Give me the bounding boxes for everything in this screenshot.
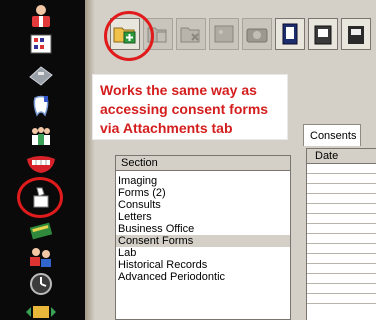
section-item-lab[interactable]: Lab bbox=[116, 247, 290, 259]
section-item-imaging[interactable]: Imaging bbox=[116, 175, 290, 187]
folder-arrows-icon[interactable] bbox=[24, 296, 58, 320]
clock-icon[interactable] bbox=[24, 270, 58, 298]
book-icon[interactable] bbox=[24, 216, 58, 244]
window-edge bbox=[85, 0, 95, 320]
section-item-consent-forms[interactable]: Consent Forms bbox=[116, 235, 290, 247]
annotation-callout: Works the same way as accessing consent … bbox=[92, 74, 288, 140]
left-toolbar bbox=[0, 0, 85, 320]
table-row[interactable] bbox=[307, 284, 376, 294]
tooth-icon[interactable] bbox=[24, 92, 58, 120]
table-row[interactable] bbox=[307, 244, 376, 254]
tab-consents[interactable]: Consents bbox=[303, 124, 361, 146]
table-row[interactable] bbox=[307, 234, 376, 244]
patients-transfer-icon[interactable] bbox=[24, 243, 58, 271]
table-row[interactable] bbox=[307, 294, 376, 304]
section-header[interactable]: Section bbox=[116, 156, 290, 171]
folder-delete-icon[interactable] bbox=[176, 18, 206, 50]
highlight-circle bbox=[17, 177, 63, 218]
table-row[interactable] bbox=[307, 224, 376, 234]
section-item-advanced-periodontic[interactable]: Advanced Periodontic bbox=[116, 271, 290, 283]
toolbar-overflow-button[interactable] bbox=[341, 18, 371, 50]
annotation-line: accessing consent forms bbox=[100, 101, 269, 117]
table-row[interactable] bbox=[307, 214, 376, 224]
section-item-letters[interactable]: Letters bbox=[116, 211, 290, 223]
column-header-date[interactable]: Date bbox=[307, 149, 376, 164]
section-item-historical-records[interactable]: Historical Records bbox=[116, 259, 290, 271]
calculator-icon[interactable] bbox=[24, 62, 58, 90]
date-grid: Date bbox=[306, 148, 376, 320]
section-list: Imaging Forms (2) Consults Letters Busin… bbox=[116, 171, 290, 283]
annotation-line: Works the same way as bbox=[100, 82, 257, 98]
section-item-forms[interactable]: Forms (2) bbox=[116, 187, 290, 199]
section-item-business-office[interactable]: Business Office bbox=[116, 223, 290, 235]
table-row[interactable] bbox=[307, 274, 376, 284]
people-icon[interactable] bbox=[24, 122, 58, 150]
section-panel: Section Imaging Forms (2) Consults Lette… bbox=[115, 155, 291, 320]
image-grid-icon[interactable] bbox=[209, 18, 239, 50]
table-row[interactable] bbox=[307, 164, 376, 174]
chart-grid-icon[interactable] bbox=[24, 30, 58, 58]
table-row[interactable] bbox=[307, 264, 376, 274]
table-row[interactable] bbox=[307, 204, 376, 214]
doctor-icon[interactable] bbox=[24, 2, 58, 30]
table-row[interactable] bbox=[307, 174, 376, 184]
highlight-circle bbox=[104, 11, 154, 61]
annotation-line: via Attachments tab bbox=[100, 120, 233, 136]
camera-icon[interactable] bbox=[242, 18, 272, 50]
document-open-icon[interactable] bbox=[275, 18, 305, 50]
table-row[interactable] bbox=[307, 184, 376, 194]
section-item-consults[interactable]: Consults bbox=[116, 199, 290, 211]
scanner-icon[interactable] bbox=[308, 18, 338, 50]
table-row[interactable] bbox=[307, 254, 376, 264]
table-row[interactable] bbox=[307, 194, 376, 204]
teeth-smile-icon[interactable] bbox=[24, 150, 58, 178]
